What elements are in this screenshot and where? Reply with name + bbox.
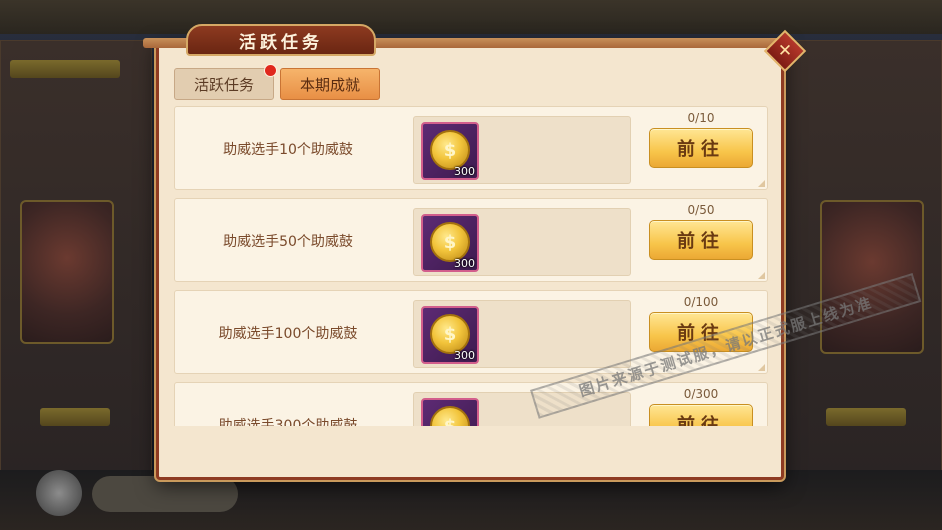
gold-coin-icon: $ [430, 222, 470, 262]
go-button[interactable]: 前往 [649, 220, 753, 260]
tab-bar: 活跃任务 本期成就 [174, 64, 380, 100]
gold-coin-icon: $ [430, 314, 470, 354]
task-row: 助威选手10个助威鼓 $ 300 0/10 前往 [174, 106, 768, 190]
panel-title-banner: 活跃任务 [186, 24, 376, 56]
task-progress: 0/10 [687, 111, 715, 125]
task-list[interactable]: 助威选手10个助威鼓 $ 300 0/10 前往 助威选手50个助威鼓 $ 30… [174, 106, 770, 426]
reward-item[interactable]: $ 300 [421, 122, 479, 180]
reward-quantity: 300 [454, 165, 475, 178]
reward-quantity: 300 [454, 349, 475, 362]
go-button[interactable]: 前往 [649, 128, 753, 168]
task-progress: 0/100 [683, 295, 719, 309]
gold-coin-icon: $ [430, 130, 470, 170]
tab-period-achievements[interactable]: 本期成就 [280, 68, 380, 100]
reward-quantity: 300 [454, 257, 475, 270]
tab-label: 活跃任务 [193, 75, 254, 94]
tab-label: 本期成就 [299, 75, 360, 94]
task-progress: 0/50 [687, 203, 715, 217]
reward-slot: $ 300 [413, 116, 631, 184]
task-name: 助威选手10个助威鼓 [223, 142, 353, 158]
task-name: 助威选手300个助威鼓 [218, 418, 358, 426]
background-chat-pill [92, 476, 238, 512]
gold-coin-icon: $ [430, 406, 470, 426]
panel-title: 活跃任务 [239, 32, 323, 53]
reward-slot: $ 300 [413, 300, 631, 368]
task-name: 助威选手50个助威鼓 [223, 234, 353, 250]
notification-dot-icon [264, 64, 277, 77]
reward-item[interactable]: $ 300 [421, 398, 479, 426]
background-character-card [20, 200, 114, 344]
tab-active-tasks[interactable]: 活跃任务 [174, 64, 277, 100]
task-row: 助威选手300个助威鼓 $ 300 0/300 前往 [174, 382, 768, 426]
background-label [40, 408, 110, 426]
reward-item[interactable]: $ 300 [421, 306, 479, 364]
reward-item[interactable]: $ 300 [421, 214, 479, 272]
background-top-bar [0, 0, 942, 34]
background-label [826, 408, 906, 426]
background-label [10, 60, 120, 78]
task-name: 助威选手100个助威鼓 [218, 326, 358, 342]
go-button[interactable]: 前往 [649, 404, 753, 426]
reward-slot: $ 300 [413, 208, 631, 276]
close-icon: ✕ [777, 41, 793, 61]
task-row: 助威选手50个助威鼓 $ 300 0/50 前往 [174, 198, 768, 282]
task-progress: 0/300 [683, 387, 719, 401]
background-avatar [36, 470, 82, 516]
